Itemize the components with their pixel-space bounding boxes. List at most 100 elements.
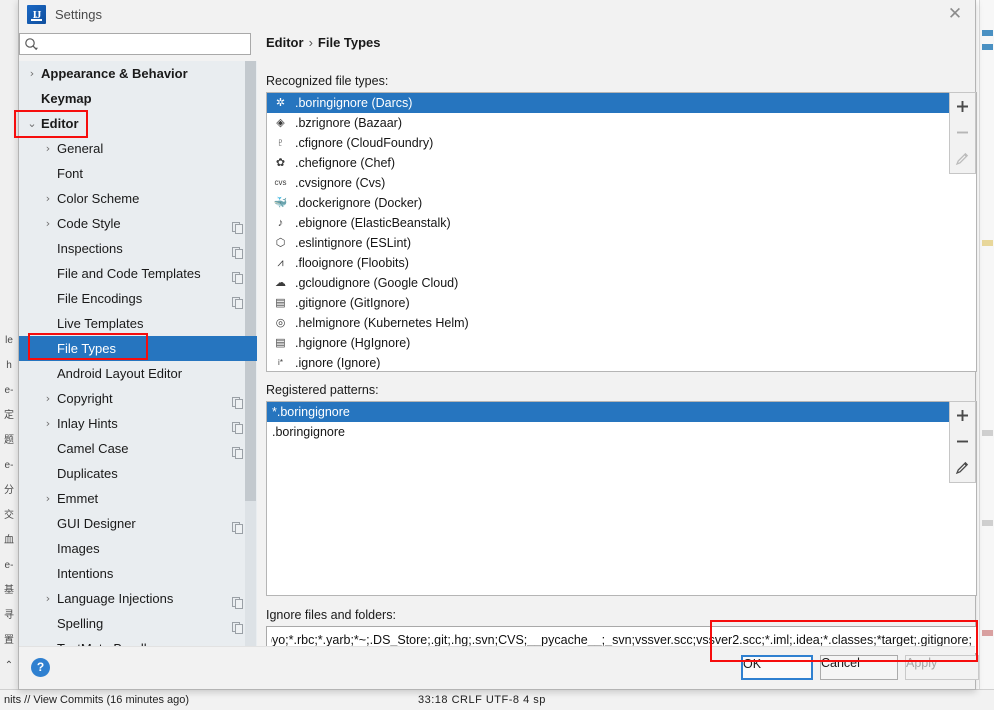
chevron-right-icon[interactable]: › bbox=[40, 386, 56, 411]
sidebar-item-camel-case[interactable]: Camel Case bbox=[19, 436, 257, 461]
toolwindow-strip-item[interactable]: 寻 bbox=[0, 605, 18, 627]
toolwindow-strip-item[interactable]: 分 bbox=[0, 480, 18, 502]
sidebar-item-android-layout-editor[interactable]: Android Layout Editor bbox=[19, 361, 257, 386]
file-type-row[interactable]: ☁ .gcloudignore (Google Cloud) bbox=[267, 273, 976, 293]
help-button[interactable]: ? bbox=[31, 658, 50, 677]
sidebar-item-file-types[interactable]: File Types bbox=[19, 336, 257, 361]
darcs-icon: ✲ bbox=[275, 97, 286, 109]
file-type-name: .chefignore (Chef) bbox=[295, 156, 396, 170]
toolwindow-strip-item[interactable]: 题 bbox=[0, 430, 18, 452]
sidebar-item-images[interactable]: Images bbox=[19, 536, 257, 561]
edit-pattern-button[interactable] bbox=[950, 454, 975, 480]
toolwindow-strip-item[interactable]: h bbox=[0, 355, 18, 377]
cancel-button[interactable]: Cancel bbox=[820, 655, 898, 680]
breadcrumb-parent[interactable]: Editor bbox=[266, 35, 304, 50]
search-icon bbox=[24, 37, 39, 52]
copy-settings-icon[interactable] bbox=[232, 417, 243, 434]
copy-settings-icon[interactable] bbox=[232, 217, 243, 234]
copy-settings-icon[interactable] bbox=[232, 292, 243, 309]
chevron-right-icon[interactable]: › bbox=[40, 186, 56, 211]
file-type-row[interactable]: ⩘ .flooignore (Floobits) bbox=[267, 253, 976, 273]
toolwindow-strip-item[interactable]: le bbox=[0, 330, 18, 352]
ok-button[interactable]: OK bbox=[741, 655, 813, 680]
sidebar-item-duplicates[interactable]: Duplicates bbox=[19, 461, 257, 486]
chevron-right-icon[interactable]: › bbox=[24, 61, 40, 86]
sidebar-item-spelling[interactable]: Spelling bbox=[19, 611, 257, 636]
copy-settings-icon[interactable] bbox=[232, 517, 243, 534]
sidebar-item-live-templates[interactable]: Live Templates bbox=[19, 311, 257, 336]
toolwindow-strip-item[interactable]: e- bbox=[0, 455, 18, 477]
sidebar-item-emmet[interactable]: › Emmet bbox=[19, 486, 257, 511]
add-file-type-button[interactable] bbox=[950, 93, 975, 119]
file-type-name: .bzrignore (Bazaar) bbox=[295, 116, 402, 130]
toolwindow-strip-item[interactable]: 血 bbox=[0, 530, 18, 552]
toolwindow-strip-item[interactable]: ⌃ bbox=[0, 655, 18, 677]
file-type-row[interactable]: ▤ .hgignore (HgIgnore) bbox=[267, 333, 976, 353]
file-type-row[interactable]: ▤ .gitignore (GitIgnore) bbox=[267, 293, 976, 313]
file-type-row[interactable]: cvs .cvsignore (Cvs) bbox=[267, 173, 976, 193]
chevron-right-icon[interactable]: › bbox=[40, 586, 56, 611]
sidebar-item-label: Images bbox=[57, 541, 100, 556]
toolwindow-strip-item[interactable]: 交 bbox=[0, 505, 18, 527]
file-type-row[interactable]: ✲ .boringignore (Darcs) bbox=[267, 93, 976, 113]
pattern-row[interactable]: *.boringignore bbox=[267, 402, 976, 422]
registered-patterns-list[interactable]: *.boringignore .boringignore bbox=[266, 401, 977, 596]
sidebar-item-keymap[interactable]: Keymap bbox=[19, 86, 257, 111]
file-type-row[interactable]: i* .ignore (Ignore) bbox=[267, 353, 976, 371]
settings-search-box[interactable] bbox=[19, 33, 251, 56]
sidebar-item-inspections[interactable]: Inspections bbox=[19, 236, 257, 261]
copy-settings-icon[interactable] bbox=[232, 267, 243, 284]
copy-settings-icon[interactable] bbox=[232, 242, 243, 259]
toolwindow-strip-item[interactable]: e- bbox=[0, 380, 18, 402]
toolwindow-strip-item[interactable]: 基 bbox=[0, 580, 18, 602]
sidebar-item-file-encodings[interactable]: File Encodings bbox=[19, 286, 257, 311]
remove-file-type-button[interactable] bbox=[950, 119, 975, 145]
sidebar-item-language-injections[interactable]: › Language Injections bbox=[19, 586, 257, 611]
chevron-down-icon[interactable]: ⌄ bbox=[24, 111, 40, 136]
recognized-file-types-list[interactable]: ✲ .boringignore (Darcs) ◈ .bzrignore (Bazaa… bbox=[266, 92, 977, 372]
sidebar-item-appearance-behavior[interactable]: › Appearance & Behavior bbox=[19, 61, 257, 86]
copy-settings-icon[interactable] bbox=[232, 442, 243, 459]
copy-settings-icon[interactable] bbox=[232, 592, 243, 609]
file-type-row[interactable]: ◎ .helmignore (Kubernetes Helm) bbox=[267, 313, 976, 333]
sidebar-item-copyright[interactable]: › Copyright bbox=[19, 386, 257, 411]
file-type-row[interactable]: ✿ .chefignore (Chef) bbox=[267, 153, 976, 173]
chevron-right-icon[interactable]: › bbox=[40, 211, 56, 236]
file-type-row[interactable]: ♪ .ebignore (ElasticBeanstalk) bbox=[267, 213, 976, 233]
chevron-right-icon[interactable]: › bbox=[40, 486, 56, 511]
sidebar-item-color-scheme[interactable]: › Color Scheme bbox=[19, 186, 257, 211]
sidebar-item-label: Spelling bbox=[57, 616, 104, 631]
file-type-row[interactable]: 🐳 .dockerignore (Docker) bbox=[267, 193, 976, 213]
toolwindow-strip-item[interactable]: 置 bbox=[0, 630, 18, 652]
sidebar-item-font[interactable]: Font bbox=[19, 161, 257, 186]
toolwindow-strip-item[interactable]: 定 bbox=[0, 405, 18, 427]
toolwindow-strip-item[interactable]: e- bbox=[0, 555, 18, 577]
sidebar-item-file-and-code-templates[interactable]: File and Code Templates bbox=[19, 261, 257, 286]
copy-settings-icon[interactable] bbox=[232, 392, 243, 409]
add-pattern-button[interactable] bbox=[950, 402, 975, 428]
file-type-row[interactable]: ⬡ .eslintignore (ESLint) bbox=[267, 233, 976, 253]
sidebar-item-intentions[interactable]: Intentions bbox=[19, 561, 257, 586]
pattern-text: *.boringignore bbox=[272, 405, 350, 419]
gutter-marker bbox=[982, 30, 993, 36]
sidebar-item-label: Editor bbox=[41, 116, 79, 131]
sidebar-item-editor[interactable]: ⌄ Editor bbox=[19, 111, 257, 136]
edit-file-type-button[interactable] bbox=[950, 145, 975, 171]
sidebar-item-gui-designer[interactable]: GUI Designer bbox=[19, 511, 257, 536]
pattern-row[interactable]: .boringignore bbox=[267, 422, 976, 442]
chevron-right-icon[interactable]: › bbox=[40, 411, 56, 436]
search-input[interactable] bbox=[43, 34, 248, 56]
ide-right-gutter-strip[interactable] bbox=[979, 0, 994, 690]
file-type-row[interactable]: ♇ .cfignore (CloudFoundry) bbox=[267, 133, 976, 153]
close-icon[interactable]: ✕ bbox=[943, 4, 967, 26]
remove-pattern-button[interactable] bbox=[950, 428, 975, 454]
cloudfoundry-icon: ♇ bbox=[276, 137, 285, 149]
sidebar-item-inlay-hints[interactable]: › Inlay Hints bbox=[19, 411, 257, 436]
sidebar-item-general[interactable]: › General bbox=[19, 136, 257, 161]
settings-sidebar-tree[interactable]: › Appearance & Behavior Keymap ⌄ Editor › Gene… bbox=[19, 61, 257, 662]
copy-settings-icon[interactable] bbox=[232, 617, 243, 634]
file-type-row[interactable]: ◈ .bzrignore (Bazaar) bbox=[267, 113, 976, 133]
sidebar-item-code-style[interactable]: › Code Style bbox=[19, 211, 257, 236]
ide-left-toolwindow-strip[interactable]: le h e- 定题 e- 分交血 e- 基寻置 ⌃ bbox=[0, 0, 19, 690]
chevron-right-icon[interactable]: › bbox=[40, 136, 56, 161]
